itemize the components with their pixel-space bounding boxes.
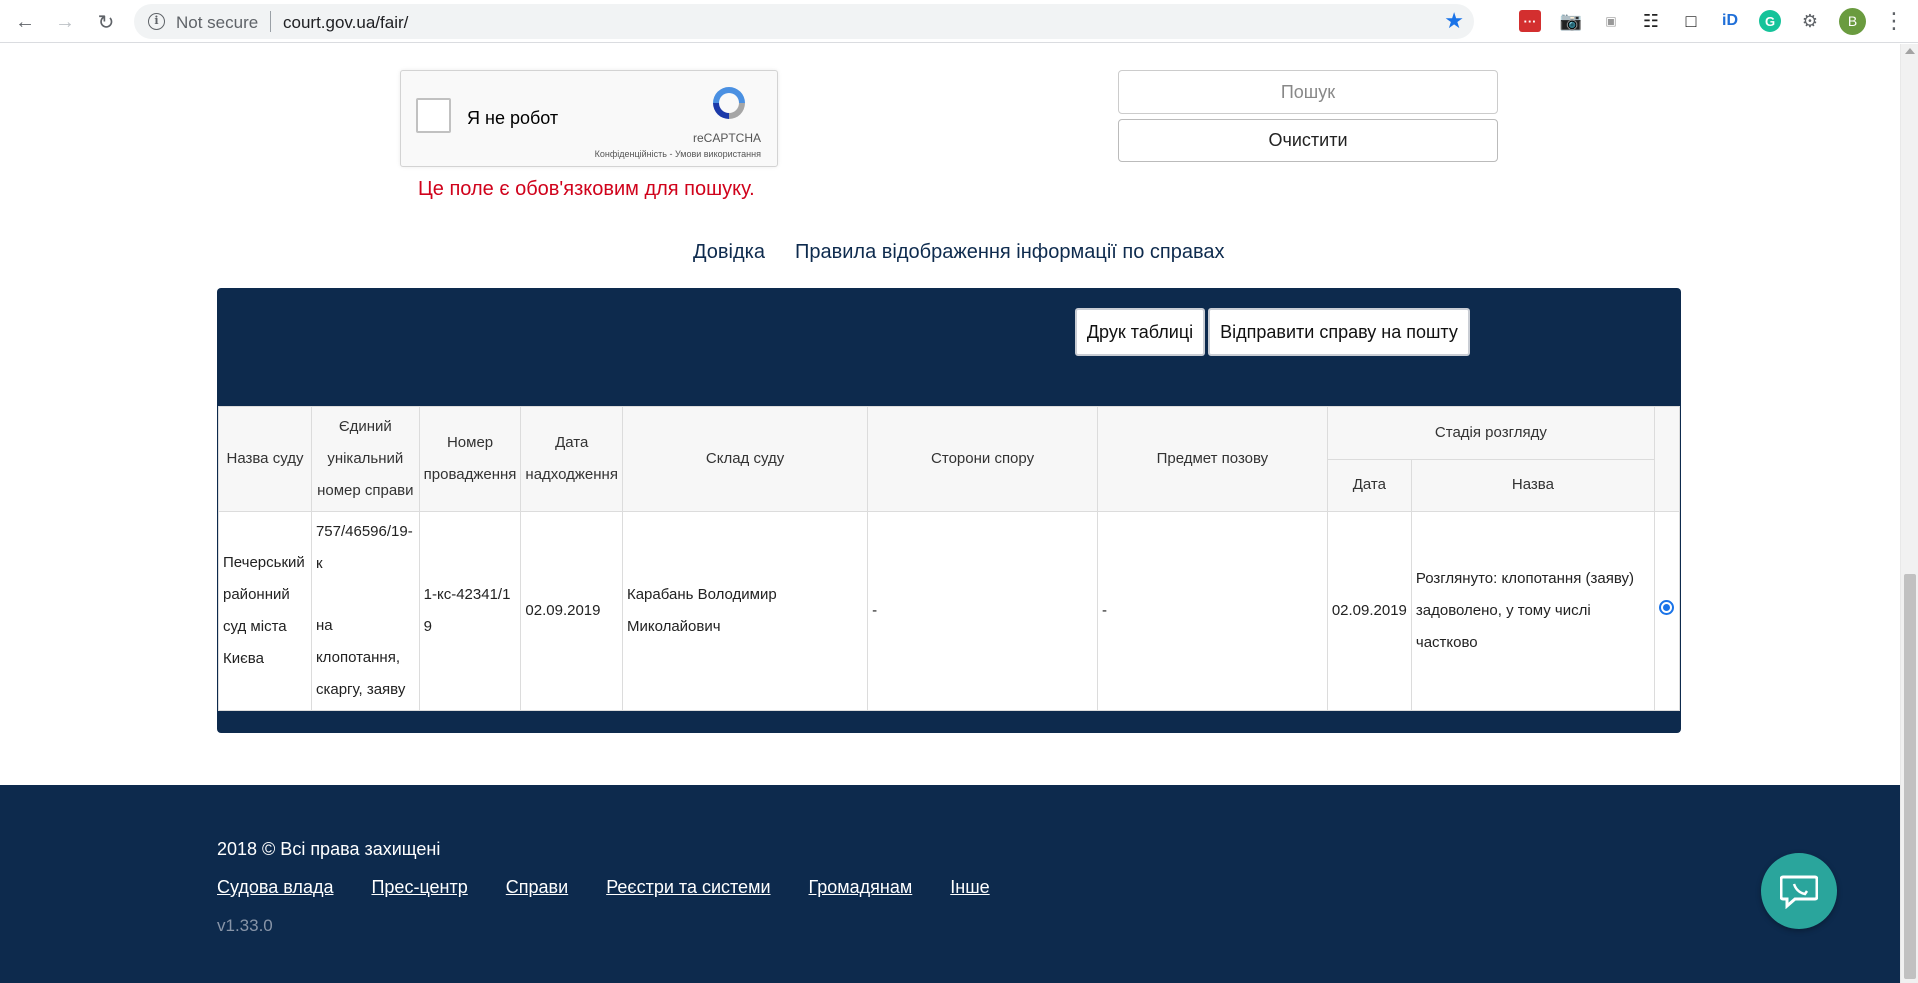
extension-id-icon[interactable]: iD [1719,10,1741,32]
cell-case-number: 757/46596/19-к на клопотання, скаргу, за… [310,511,420,711]
security-label: Not secure [176,13,259,32]
version-label: v1.33.0 [217,916,273,935]
header-court: Назва суду [218,406,312,512]
footer-link-registries[interactable]: Реєстри та системи [606,877,770,898]
header-parties: Сторони спору [867,406,1098,512]
header-subject: Предмет позову [1096,406,1328,512]
clear-button[interactable]: Очистити [1118,119,1498,162]
extension-window-icon[interactable]: ▣ [1600,10,1622,32]
footer-link-cases[interactable]: Справи [506,877,568,898]
bookmark-star-icon[interactable]: ★ [1444,8,1464,34]
header-stage-date: Дата [1326,458,1412,512]
cell-proceeding: 1-кс-42341/19 [418,511,522,711]
cell-subject: - [1096,511,1328,711]
print-table-button[interactable]: Друк таблиці [1075,308,1205,356]
cell-stage-date: 02.09.2019 [1326,511,1412,711]
extension-grammarly-icon[interactable]: G [1759,10,1781,32]
browser-menu-icon[interactable]: ⋮ [1883,8,1905,34]
recaptcha-checkbox[interactable] [416,98,451,133]
scroll-up-arrow-icon[interactable] [1905,48,1915,54]
footer-link-other[interactable]: Інше [950,877,989,898]
forward-icon[interactable]: → [52,9,78,35]
header-select [1653,406,1681,512]
extensions-puzzle-icon[interactable]: ⚙ [1799,10,1821,32]
extension-bracket-icon[interactable]: □ [1680,10,1702,32]
scroll-thumb[interactable] [1904,574,1916,979]
recaptcha-privacy-terms-links[interactable]: Конфіденційність - Умови використання [595,149,761,159]
header-stage-name: Назва [1410,458,1655,512]
help-link[interactable]: Довідка [693,241,765,264]
cell-parties: - [867,511,1098,711]
cell-received: 02.09.2019 [520,511,623,711]
copyright-text: 2018 © Всі права захищені [217,839,441,859]
captcha-error-message: Це поле є обов'язковим для пошуку. [418,178,755,200]
footer-nav: Судова влада Прес-центр Справи Реєстри т… [217,877,1023,898]
table-row[interactable]: Печерський районний суд міста Києва 757/… [218,511,1681,711]
row-select-radio[interactable] [1659,600,1675,615]
address-bar[interactable]: i Not secure court.gov.ua/fair/ ★ [134,4,1474,39]
recaptcha-logo-icon [713,87,745,119]
case-type-value: на клопотання, скаргу, заяву [315,617,406,698]
footer-link-judiciary[interactable]: Судова влада [217,877,333,898]
site-footer: 2018 © Всі права захищені Судова влада П… [0,785,1900,983]
header-received: Дата надходження [520,406,623,512]
header-stage: Стадія розгляду [1326,406,1655,460]
chat-button[interactable] [1761,853,1837,929]
cell-panel: Карабань Володимир Миколайович [621,511,869,711]
reload-icon[interactable]: ↻ [93,9,119,35]
page-scrollbar[interactable] [1900,44,1918,983]
recaptcha-widget: Я не робот reCAPTCHA Конфіденційність - … [400,70,778,167]
chat-bubble-icon [1780,875,1818,909]
footer-link-press-center[interactable]: Прес-центр [371,877,467,898]
profile-avatar[interactable]: B [1839,8,1866,35]
url-text[interactable]: court.gov.ua/fair/ [283,13,408,33]
omnibox-divider [270,11,271,32]
case-number-value: 757/46596/19-к [315,523,413,572]
info-icon[interactable]: i [148,13,165,30]
extension-lastpass-icon[interactable]: ··· [1519,10,1541,32]
send-case-email-button[interactable]: Відправити справу на пошту [1208,308,1470,356]
extension-library-icon[interactable]: ☷ [1640,10,1662,32]
results-table: Назва суду Єдиний унікальний номер справ… [218,406,1681,711]
search-button[interactable]: Пошук [1118,70,1498,114]
header-case-number: Єдиний унікальний номер справи [310,406,420,512]
browser-toolbar: ← → ↻ i Not secure court.gov.ua/fair/ ★ … [0,0,1918,43]
cell-select [1653,511,1681,711]
cell-court: Печерський районний суд міста Києва [218,511,312,711]
back-icon[interactable]: ← [12,9,38,35]
extension-camera-icon[interactable]: 📷 [1560,10,1582,32]
header-panel: Склад суду [621,406,869,512]
recaptcha-brand: reCAPTCHA [692,131,761,145]
footer-link-citizens[interactable]: Громадянам [809,877,913,898]
display-rules-link[interactable]: Правила відображення інформації по справ… [795,241,1225,264]
recaptcha-label: Я не робот [467,108,559,128]
header-proceeding: Номер провадження [418,406,522,512]
cell-stage-name: Розглянуто: клопотання (заяву) задоволен… [1410,511,1655,711]
page-content: Я не робот reCAPTCHA Конфіденційність - … [0,44,1900,983]
